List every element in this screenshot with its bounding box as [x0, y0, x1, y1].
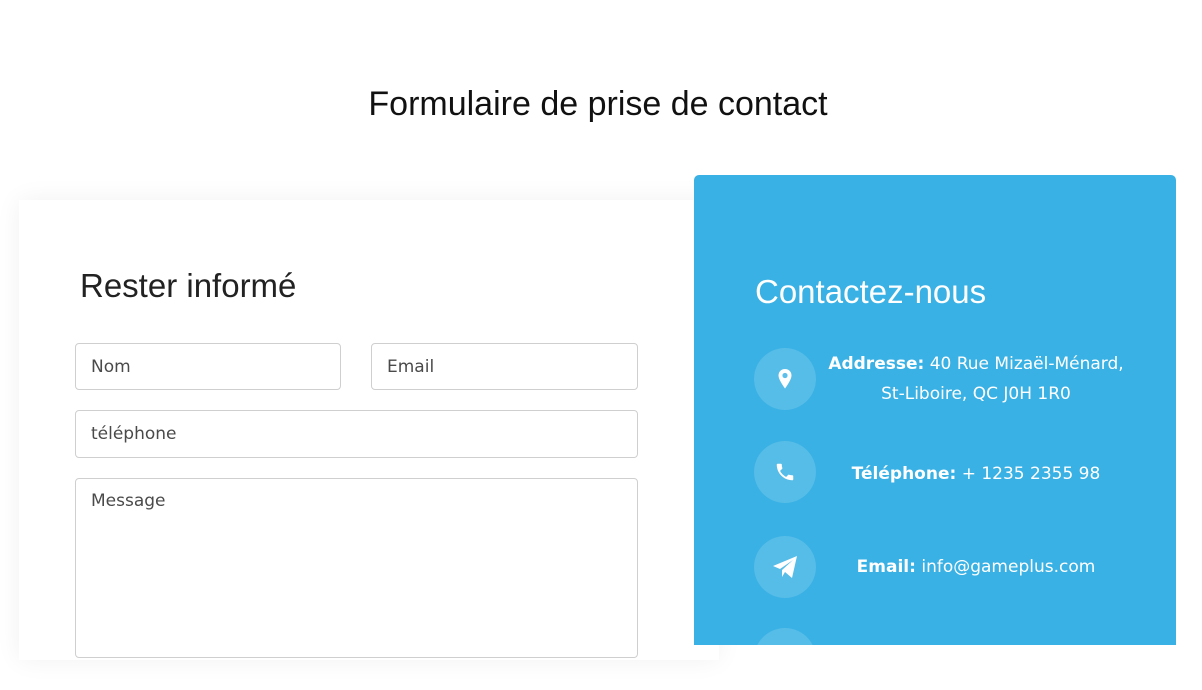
map-pin-icon: [754, 348, 816, 410]
email-value[interactable]: info@gameplus.com: [921, 557, 1095, 577]
phone-label: Téléphone:: [851, 464, 957, 484]
address-info: Addresse: 40 Rue Mizaël-Ménard, St-Liboi…: [828, 349, 1124, 409]
page-title: Formulaire de prise de contact: [368, 85, 828, 123]
address-label: Addresse:: [828, 354, 925, 374]
form-heading: Rester informé: [80, 267, 297, 304]
name-input[interactable]: [75, 343, 341, 390]
phone-icon: [754, 441, 816, 503]
phone-value: + 1235 2355 98: [961, 464, 1101, 484]
email-info: Email: info@gameplus.com: [828, 552, 1124, 582]
message-textarea[interactable]: [75, 478, 638, 658]
info-icon-circle: [754, 628, 816, 690]
paper-plane-icon: [754, 536, 816, 598]
email-input[interactable]: [371, 343, 638, 390]
email-label: Email:: [856, 557, 916, 577]
phone-input[interactable]: [75, 410, 638, 458]
phone-info: Téléphone: + 1235 2355 98: [828, 459, 1124, 489]
contact-heading: Contactez-nous: [755, 273, 987, 310]
